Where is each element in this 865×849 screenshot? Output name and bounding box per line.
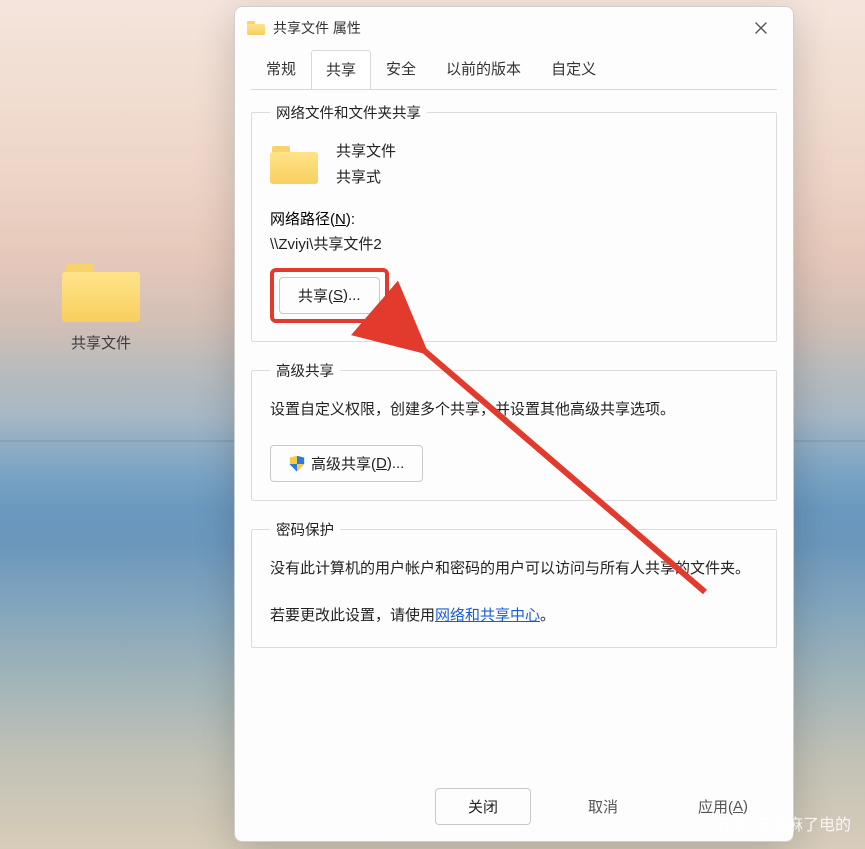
properties-dialog: 共享文件 属性 常规 共享 安全 以前的版本 自定义 网络文件和文件夹共享 共享…	[234, 6, 794, 842]
dialog-title: 共享文件 属性	[273, 18, 361, 38]
group-password-protection-legend: 密码保护	[270, 519, 340, 540]
share-status: 共享式	[336, 165, 396, 191]
network-path-value: \\Zviyi\共享文件2	[270, 233, 758, 254]
cancel-button[interactable]: 取消	[555, 788, 651, 825]
password-desc-1: 没有此计算机的用户帐户和密码的用户可以访问与所有人共享的文件夹。	[270, 556, 758, 582]
folder-icon	[247, 21, 265, 35]
password-desc-2: 若要更改此设置，请使用网络和共享中心。	[270, 603, 758, 629]
group-network-sharing-legend: 网络文件和文件夹共享	[270, 102, 427, 123]
close-button[interactable]	[741, 13, 781, 43]
dialog-content: 网络文件和文件夹共享 共享文件 共享式 网络路径(N): \\Zviyi\共享文…	[235, 90, 793, 776]
close-icon	[755, 22, 767, 34]
tab-security[interactable]: 安全	[371, 49, 431, 88]
group-advanced-sharing: 高级共享 设置自定义权限，创建多个共享，并设置其他高级共享选项。 高级共享(D)…	[251, 360, 777, 501]
shield-icon	[289, 456, 305, 472]
group-network-sharing: 网络文件和文件夹共享 共享文件 共享式 网络路径(N): \\Zviyi\共享文…	[251, 102, 777, 342]
desktop-folder-shortcut[interactable]: 共享文件	[46, 264, 156, 353]
desktop-folder-label: 共享文件	[46, 332, 156, 353]
advanced-sharing-desc: 设置自定义权限，创建多个共享，并设置其他高级共享选项。	[270, 397, 758, 423]
tab-customize[interactable]: 自定义	[536, 49, 611, 88]
share-button[interactable]: 共享(S)...	[279, 277, 380, 314]
tab-previous-versions[interactable]: 以前的版本	[431, 49, 536, 88]
network-sharing-center-link[interactable]: 网络和共享中心	[435, 607, 540, 624]
titlebar: 共享文件 属性	[235, 7, 793, 49]
share-button-highlight: 共享(S)...	[270, 268, 389, 323]
group-advanced-sharing-legend: 高级共享	[270, 360, 340, 381]
folder-icon	[270, 146, 318, 184]
advanced-sharing-button[interactable]: 高级共享(D)...	[270, 445, 423, 482]
folder-icon	[62, 264, 140, 322]
share-name: 共享文件	[336, 139, 396, 165]
tab-strip: 常规 共享 安全 以前的版本 自定义	[235, 49, 793, 89]
desktop-background: 共享文件 共享文件 属性 常规 共享 安全 以前的版本 自定义 网络文件和文件夹…	[0, 0, 865, 849]
network-path-label: 网络路径(N):	[270, 208, 758, 229]
close-action-button[interactable]: 关闭	[435, 788, 531, 825]
group-password-protection: 密码保护 没有此计算机的用户帐户和密码的用户可以访问与所有人共享的文件夹。 若要…	[251, 519, 777, 648]
tab-sharing[interactable]: 共享	[311, 50, 371, 89]
dialog-footer: 关闭 取消 应用(A)	[235, 776, 793, 841]
watermark: 知乎 @手麻了电的	[718, 811, 851, 835]
tab-general[interactable]: 常规	[251, 49, 311, 88]
